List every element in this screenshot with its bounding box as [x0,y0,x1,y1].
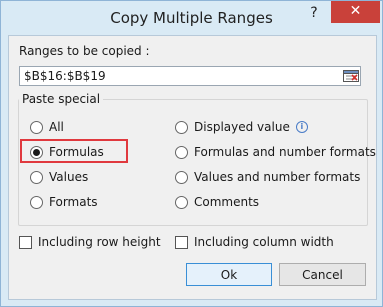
radio-button[interactable] [175,120,188,134]
radio-button[interactable] [30,195,43,209]
radio-displayed-value[interactable]: Displayed value i [175,120,308,134]
radio-label: Comments [194,195,260,209]
ranges-label: Ranges to be copied : [19,44,150,58]
highlight-box [20,139,128,163]
paste-special-title: Paste special [19,92,104,106]
radio-formats[interactable]: Formats [30,195,98,209]
radio-button[interactable] [30,120,43,134]
cancel-button[interactable]: Cancel [279,263,366,286]
close-button[interactable]: ✕ [331,1,380,23]
copy-multiple-ranges-dialog: Copy Multiple Ranges ? ✕ Ranges to be co… [0,0,383,307]
radio-label: Formulas and number formats [194,145,376,159]
radio-label: All [49,120,64,134]
checkbox[interactable] [19,235,32,249]
radio-all[interactable]: All [30,120,64,134]
radio-label: Values [49,170,89,184]
dialog-body: Ranges to be copied : $B$16:$B$19 Paste … [8,35,377,300]
radio-button[interactable] [175,195,188,209]
title-bar: Copy Multiple Ranges ? ✕ [1,1,382,35]
radio-label: Displayed value [194,120,290,134]
ok-button[interactable]: Ok [186,263,272,286]
checkbox[interactable] [175,235,188,249]
help-button[interactable]: ? [303,3,325,23]
radio-button[interactable] [175,145,188,159]
radio-formulas-number-formats[interactable]: Formulas and number formats [175,145,376,159]
info-icon[interactable]: i [295,121,308,133]
radio-comments[interactable]: Comments [175,195,259,209]
radio-values[interactable]: Values [30,170,88,184]
radio-label: Formats [49,195,98,209]
checkbox-column-width[interactable]: Including column width [175,235,334,249]
radio-button[interactable] [175,170,188,184]
range-select-button[interactable] [341,67,361,84]
range-picker-icon [343,69,359,82]
ranges-input[interactable]: $B$16:$B$19 [19,66,361,86]
radio-label: Values and number formats [194,170,361,184]
checkbox-label: Including row height [38,235,161,249]
checkbox-label: Including column width [194,235,334,249]
radio-button[interactable] [30,170,43,184]
radio-values-number-formats[interactable]: Values and number formats [175,170,360,184]
checkbox-row-height[interactable]: Including row height [19,235,161,249]
